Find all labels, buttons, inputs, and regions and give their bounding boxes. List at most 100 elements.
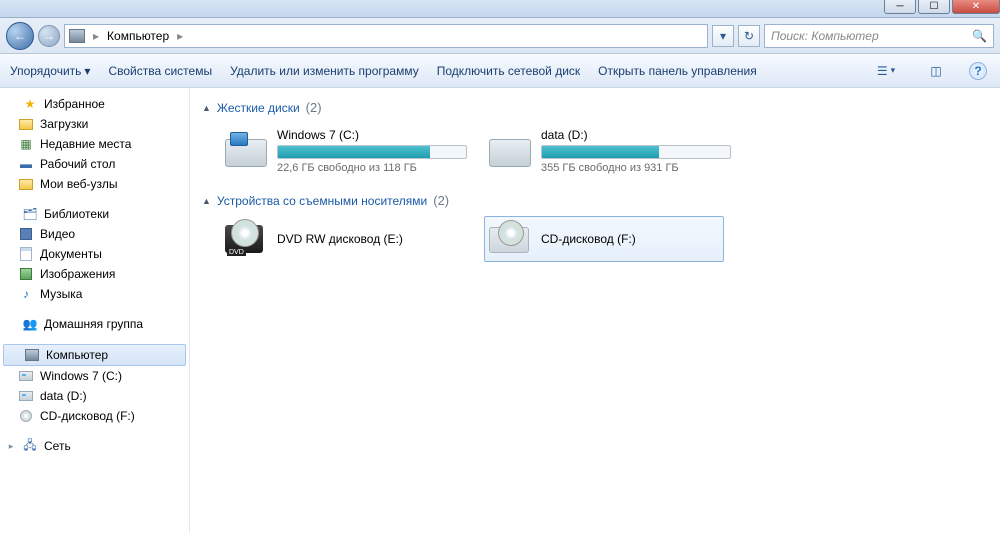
collapse-icon: ▲ bbox=[202, 103, 211, 113]
desktop-icon: ▬ bbox=[18, 156, 34, 172]
sidebar-item-downloads[interactable]: Загрузки bbox=[0, 114, 189, 134]
libraries-icon: 🗂 bbox=[22, 206, 38, 222]
recent-places-icon: ▦ bbox=[18, 136, 34, 152]
system-properties-button[interactable]: Свойства системы bbox=[108, 64, 212, 78]
capacity-bar bbox=[541, 145, 731, 159]
tree-label: Документы bbox=[40, 247, 102, 261]
tree-label: Видео bbox=[40, 227, 75, 241]
hard-drives-row: Windows 7 (C:) 22,6 ГБ свободно из 118 Г… bbox=[202, 123, 988, 179]
section-hard-drives[interactable]: ▲ Жесткие диски (2) bbox=[202, 100, 988, 115]
dvd-drive-icon: DVD bbox=[225, 221, 267, 257]
organize-button[interactable]: Упорядочить ▾ bbox=[10, 64, 90, 78]
address-dropdown-button[interactable]: ▾ bbox=[712, 25, 734, 47]
removable-row: DVD DVD RW дисковод (E:) CD-дисковод (F:… bbox=[202, 216, 988, 262]
open-control-panel-button[interactable]: Открыть панель управления bbox=[598, 64, 757, 78]
drive-name: CD-дисковод (F:) bbox=[541, 232, 719, 246]
libraries-root[interactable]: 🗂 Библиотеки bbox=[0, 204, 189, 224]
sidebar-item-recent[interactable]: ▦ Недавние места bbox=[0, 134, 189, 154]
sidebar-item-homegroup[interactable]: 👥 Домашняя группа bbox=[0, 314, 189, 334]
arrow-right-icon: → bbox=[43, 29, 55, 43]
sidebar-item-documents[interactable]: Документы bbox=[0, 244, 189, 264]
search-icon: 🔍 bbox=[972, 29, 987, 43]
sidebar-item-websites[interactable]: Мои веб-узлы bbox=[0, 174, 189, 194]
refresh-icon: ↻ bbox=[744, 29, 754, 43]
breadcrumb-separator-icon: ▸ bbox=[175, 29, 185, 43]
tree-label: data (D:) bbox=[40, 389, 87, 403]
capacity-fill bbox=[278, 146, 430, 158]
sidebar-item-computer[interactable]: Компьютер bbox=[3, 344, 186, 366]
content-area: ▲ Жесткие диски (2) Windows 7 (C:) 22,6 … bbox=[190, 88, 1000, 533]
sidebar-item-network[interactable]: ▸ 🖧 Сеть bbox=[0, 436, 189, 456]
star-icon: ★ bbox=[22, 96, 38, 112]
tree-label: Компьютер bbox=[46, 348, 108, 362]
pictures-icon bbox=[20, 268, 32, 280]
tree-label: Сеть bbox=[44, 439, 71, 453]
favorites-root[interactable]: ★ Избранное bbox=[0, 94, 189, 114]
homegroup-icon: 👥 bbox=[22, 316, 38, 332]
view-tiles-icon: ☰ bbox=[877, 64, 888, 78]
drive-tile-f[interactable]: CD-дисковод (F:) bbox=[484, 216, 724, 262]
sidebar-item-drive-d[interactable]: data (D:) bbox=[0, 386, 189, 406]
drive-name: Windows 7 (C:) bbox=[277, 128, 467, 142]
homegroup-group: 👥 Домашняя группа bbox=[0, 314, 189, 334]
sidebar-item-drive-c[interactable]: Windows 7 (C:) bbox=[0, 366, 189, 386]
preview-pane-button[interactable]: ◫ bbox=[924, 60, 948, 82]
organize-label: Упорядочить bbox=[10, 64, 81, 78]
back-button[interactable]: ← bbox=[6, 22, 34, 50]
minimize-button[interactable]: ─ bbox=[884, 0, 916, 14]
sidebar-item-drive-f[interactable]: CD-дисковод (F:) bbox=[0, 406, 189, 426]
drive-tile-e[interactable]: DVD DVD RW дисковод (E:) bbox=[220, 216, 460, 262]
sidebar-item-pictures[interactable]: Изображения bbox=[0, 264, 189, 284]
sidebar-item-desktop[interactable]: ▬ Рабочий стол bbox=[0, 154, 189, 174]
tree-label: Windows 7 (C:) bbox=[40, 369, 122, 383]
drive-tile-d[interactable]: data (D:) 355 ГБ свободно из 931 ГБ bbox=[484, 123, 724, 179]
drive-info: data (D:) 355 ГБ свободно из 931 ГБ bbox=[541, 128, 731, 174]
breadcrumb-root[interactable]: Компьютер bbox=[107, 29, 169, 43]
search-input[interactable]: Поиск: Компьютер 🔍 bbox=[764, 24, 994, 48]
collapse-icon: ▲ bbox=[202, 196, 211, 206]
cd-drive-icon bbox=[489, 221, 531, 257]
help-button[interactable]: ? bbox=[966, 60, 990, 82]
tree-label: CD-дисковод (F:) bbox=[40, 409, 135, 423]
section-count: (2) bbox=[306, 100, 322, 115]
tree-label: Недавние места bbox=[40, 137, 131, 151]
uninstall-program-button[interactable]: Удалить или изменить программу bbox=[230, 64, 419, 78]
tree-label: Рабочий стол bbox=[40, 157, 115, 171]
tree-label: Избранное bbox=[44, 97, 105, 111]
libraries-group: 🗂 Библиотеки Видео Документы Изображения… bbox=[0, 204, 189, 304]
section-title: Устройства со съемными носителями bbox=[217, 194, 427, 208]
drive-name: DVD RW дисковод (E:) bbox=[277, 232, 455, 246]
forward-button[interactable]: → bbox=[38, 25, 60, 47]
navigation-bar: ← → ▸ Компьютер ▸ ▾ ↻ Поиск: Компьютер 🔍 bbox=[0, 18, 1000, 54]
search-placeholder: Поиск: Компьютер bbox=[771, 29, 879, 43]
window-buttons: ─ ☐ ✕ bbox=[882, 0, 1000, 14]
computer-icon bbox=[25, 349, 39, 361]
computer-icon bbox=[69, 29, 85, 43]
address-bar[interactable]: ▸ Компьютер ▸ bbox=[64, 24, 708, 48]
map-network-drive-button[interactable]: Подключить сетевой диск bbox=[437, 64, 580, 78]
sidebar-item-videos[interactable]: Видео bbox=[0, 224, 189, 244]
section-count: (2) bbox=[433, 193, 449, 208]
drive-info: DVD RW дисковод (E:) bbox=[277, 232, 455, 246]
drive-name: data (D:) bbox=[541, 128, 731, 142]
view-mode-button[interactable]: ☰ ▾ bbox=[866, 60, 906, 82]
section-title: Жесткие диски bbox=[217, 101, 300, 115]
folder-icon bbox=[19, 119, 33, 130]
sidebar-item-music[interactable]: ♪ Музыка bbox=[0, 284, 189, 304]
dvd-badge: DVD bbox=[227, 249, 246, 256]
drive-info: CD-дисковод (F:) bbox=[541, 232, 719, 246]
maximize-button[interactable]: ☐ bbox=[918, 0, 950, 14]
tree-label: Библиотеки bbox=[44, 207, 109, 221]
drive-info: Windows 7 (C:) 22,6 ГБ свободно из 118 Г… bbox=[277, 128, 467, 174]
command-toolbar: Упорядочить ▾ Свойства системы Удалить и… bbox=[0, 54, 1000, 88]
capacity-fill bbox=[542, 146, 659, 158]
drive-subtext: 22,6 ГБ свободно из 118 ГБ bbox=[277, 162, 467, 174]
close-button[interactable]: ✕ bbox=[952, 0, 1000, 14]
refresh-button[interactable]: ↻ bbox=[738, 25, 760, 47]
tree-label: Изображения bbox=[40, 267, 115, 281]
arrow-left-icon: ← bbox=[14, 29, 26, 43]
drive-tile-c[interactable]: Windows 7 (C:) 22,6 ГБ свободно из 118 Г… bbox=[220, 123, 460, 179]
chevron-down-icon: ▾ bbox=[891, 65, 896, 76]
capacity-bar bbox=[277, 145, 467, 159]
section-removable[interactable]: ▲ Устройства со съемными носителями (2) bbox=[202, 193, 988, 208]
